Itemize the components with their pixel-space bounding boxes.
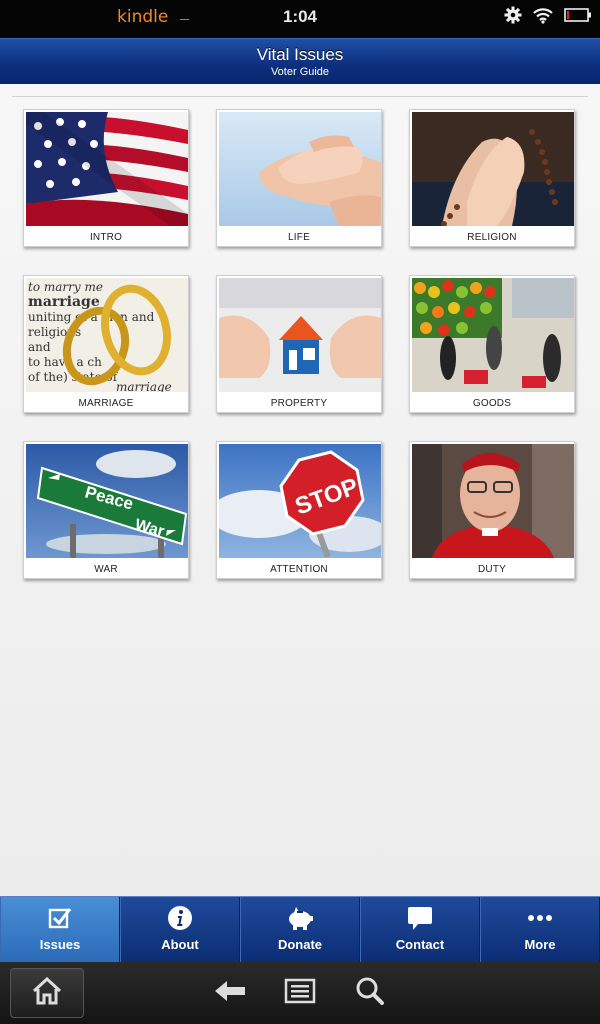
- home-icon: [31, 976, 63, 1010]
- issue-tile-goods[interactable]: GOODS: [409, 275, 575, 413]
- tab-label: About: [161, 937, 199, 952]
- issue-tile-war[interactable]: Peace War WAR: [23, 441, 189, 579]
- issue-label: INTRO: [89, 232, 123, 243]
- issue-tile-attention[interactable]: STOP ATTENTION: [216, 441, 382, 579]
- search-icon: [355, 976, 385, 1011]
- issue-tile-life[interactable]: LIFE: [216, 109, 382, 247]
- tab-about[interactable]: About: [120, 897, 240, 962]
- issue-label: GOODS: [472, 398, 512, 409]
- tab-donate[interactable]: Donate: [240, 897, 360, 962]
- american-flag-image: [26, 112, 188, 226]
- tab-label: Issues: [39, 937, 81, 952]
- issue-label: WAR: [94, 564, 118, 575]
- page-title: Vital Issues: [256, 45, 344, 64]
- speech-bubble-icon: [361, 905, 479, 931]
- divider: [12, 96, 588, 97]
- back-button[interactable]: [212, 976, 248, 1010]
- search-button[interactable]: [352, 976, 388, 1010]
- tab-issues[interactable]: Issues: [0, 897, 120, 962]
- gear-icon[interactable]: [504, 6, 522, 29]
- issue-label: PROPERTY: [270, 398, 328, 409]
- home-button[interactable]: [10, 968, 84, 1018]
- menu-icon: [284, 978, 316, 1009]
- status-icons: [504, 6, 592, 28]
- issue-tile-duty[interactable]: DUTY: [409, 441, 575, 579]
- issue-tile-religion[interactable]: RELIGION: [409, 109, 575, 247]
- page-subtitle: Voter Guide: [270, 66, 330, 78]
- issues-grid: INTRO LIFE RELIGION to marry me marriage…: [0, 84, 600, 896]
- tab-more[interactable]: More: [480, 897, 600, 962]
- grocery-market-image: [412, 278, 574, 392]
- menu-button[interactable]: [282, 976, 318, 1010]
- checkbox-icon: [1, 905, 119, 931]
- tab-label: Contact: [395, 937, 445, 952]
- dict-line: marriage: [116, 380, 172, 392]
- back-arrow-icon: [213, 979, 247, 1008]
- issue-label: RELIGION: [467, 232, 517, 243]
- dict-line: and: [28, 340, 51, 354]
- tab-contact[interactable]: Contact: [360, 897, 480, 962]
- piggy-bank-icon: [241, 905, 359, 931]
- battery-icon[interactable]: [564, 7, 592, 28]
- info-icon: [121, 905, 239, 931]
- wedding-rings-image: to marry me marriage uniting of a man an…: [26, 278, 188, 392]
- holding-hands-image: [219, 112, 381, 226]
- house-hands-image: [219, 278, 381, 392]
- issue-tile-intro[interactable]: INTRO: [23, 109, 189, 247]
- bottom-tab-bar: Issues About Donate Contact More: [0, 896, 600, 962]
- stop-sign-image: STOP: [219, 444, 381, 558]
- dict-line: marriage: [28, 294, 100, 310]
- tab-label: Donate: [277, 937, 323, 952]
- issue-tile-property[interactable]: PROPERTY: [216, 275, 382, 413]
- issue-tile-marriage[interactable]: to marry me marriage uniting of a man an…: [23, 275, 189, 413]
- issue-label: LIFE: [288, 232, 310, 243]
- cardinal-portrait-image: [412, 444, 574, 558]
- more-dots-icon: [481, 905, 599, 931]
- wifi-icon[interactable]: [532, 6, 554, 29]
- system-nav-bar: [0, 962, 600, 1024]
- status-bar: kindle _ 1:04: [0, 0, 600, 38]
- issue-label: ATTENTION: [270, 564, 328, 575]
- dict-line: to marry me: [28, 280, 103, 294]
- app-header: Vital Issues Voter Guide: [0, 38, 600, 84]
- issue-label: DUTY: [477, 564, 507, 575]
- praying-hands-image: [412, 112, 574, 226]
- issue-label: MARRIAGE: [78, 398, 134, 409]
- tab-label: More: [524, 937, 556, 952]
- peace-war-sign-image: Peace War: [26, 444, 188, 558]
